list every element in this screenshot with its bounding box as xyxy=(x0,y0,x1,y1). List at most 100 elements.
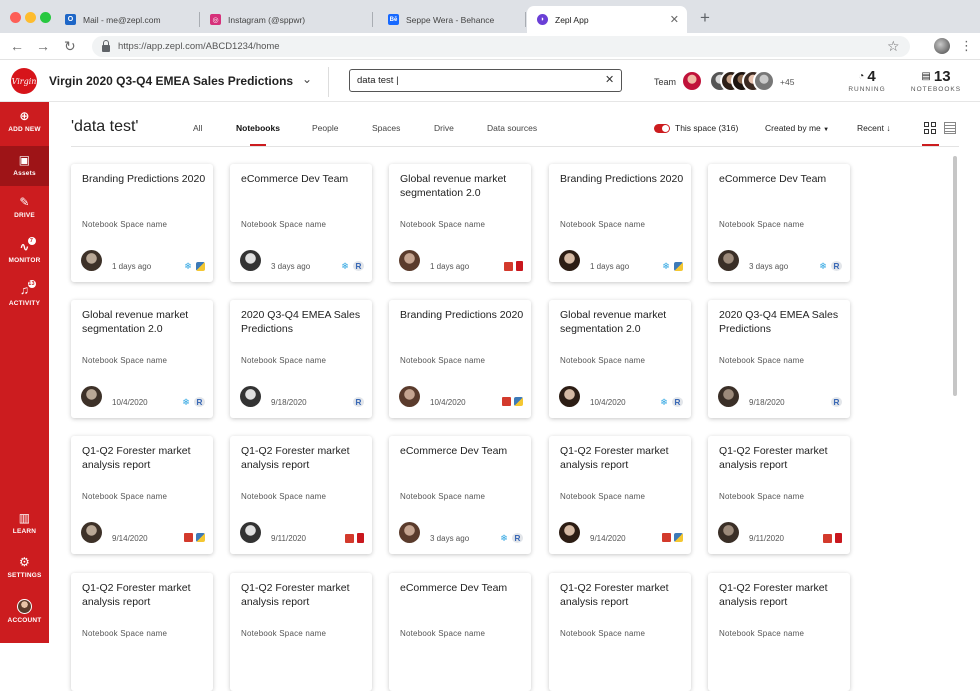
sidebar-item-monitor[interactable]: ∿ 7 MONITOR xyxy=(0,237,49,271)
created-by-dropdown[interactable]: Created by me ▼ xyxy=(765,123,829,133)
sidebar-item-add-new[interactable]: ⊕ ADD NEW xyxy=(0,108,49,144)
notebooks-stat[interactable]: ▤ 13 NOTEBOOKS xyxy=(908,68,964,93)
notebook-title: eCommerce Dev Team xyxy=(400,445,508,457)
owner-avatar[interactable] xyxy=(240,386,261,407)
notebook-card[interactable]: 2020 Q3-Q4 EMEA Sales Predictions Noteboo… xyxy=(708,300,850,418)
forward-arrow-icon[interactable]: → xyxy=(36,38,50,54)
team-member-avatar[interactable] xyxy=(681,70,703,92)
sidebar-item-drive[interactable]: ✎ DRIVE xyxy=(0,196,49,226)
tab-all[interactable]: All xyxy=(193,123,202,133)
snowflake-icon: ❄ xyxy=(182,397,190,407)
notebook-card[interactable]: Global revenue market segmentation 2.0 No… xyxy=(71,300,213,418)
databricks-icon xyxy=(504,261,513,271)
notebook-card[interactable]: Global revenue market segmentation 2.0 No… xyxy=(389,164,531,282)
sidebar-item-activity[interactable]: ♫ 13 ACTIVITY xyxy=(0,280,49,314)
sidebar-item-assets[interactable]: ▣ Assets xyxy=(0,146,49,186)
owner-avatar[interactable] xyxy=(399,522,420,543)
table-view-icon[interactable] xyxy=(944,122,956,134)
browser-menu-icon[interactable]: ⋮ xyxy=(960,38,973,53)
notebook-card[interactable]: eCommerce Dev Team Notebook Space name 3 d… xyxy=(708,164,850,282)
notebook-card[interactable]: Branding Predictions 2020 Notebook Space … xyxy=(71,164,213,282)
browser-tab-mail[interactable]: O Mail - me@zepl.com xyxy=(55,6,200,33)
team-more-count[interactable]: +45 xyxy=(780,77,794,87)
owner-avatar[interactable] xyxy=(81,386,102,407)
bell-icon: ♫ 13 xyxy=(19,280,36,297)
team-label: Team xyxy=(654,77,677,87)
notebook-date: 10/4/2020 xyxy=(112,398,148,407)
tab-spaces[interactable]: Spaces xyxy=(372,123,400,133)
browser-tab-behance[interactable]: Bē Seppe Wera - Behance xyxy=(378,6,526,33)
notebook-date: 3 days ago xyxy=(271,262,311,271)
sort-dropdown[interactable]: Recent ↓ xyxy=(857,123,891,133)
notebook-title: eCommerce Dev Team xyxy=(719,173,827,185)
notebook-date: 10/4/2020 xyxy=(590,398,626,407)
notebook-space-name: Notebook Space name xyxy=(400,492,486,501)
chevron-down-icon[interactable]: ⌄ xyxy=(302,72,312,86)
notebook-card[interactable]: Q1-Q2 Forester market analysis report Not… xyxy=(71,436,213,554)
sidebar-item-label: DRIVE xyxy=(14,212,35,219)
back-arrow-icon[interactable]: ← xyxy=(10,38,24,54)
notebook-card[interactable]: Branding Predictions 2020 Notebook Space … xyxy=(549,164,691,282)
owner-avatar[interactable] xyxy=(718,522,739,543)
owner-avatar[interactable] xyxy=(240,522,261,543)
browser-tab-instagram[interactable]: ◎ Instagram (@sppwr) xyxy=(200,6,373,33)
notebook-card[interactable]: eCommerce Dev Team Notebook Space name 3 d… xyxy=(389,436,531,554)
virgin-logo[interactable]: Virgin xyxy=(11,68,37,94)
browser-profile-avatar[interactable] xyxy=(934,38,950,54)
notebook-card[interactable]: Branding Predictions 2020 Notebook Space … xyxy=(389,300,531,418)
sidebar-item-account[interactable]: ACCOUNT xyxy=(0,599,49,629)
owner-avatar[interactable] xyxy=(81,522,102,543)
grid-view-icon[interactable] xyxy=(924,122,936,134)
new-tab-button[interactable]: + xyxy=(700,9,710,26)
account-avatar xyxy=(17,599,32,614)
close-tab-icon[interactable]: ✕ xyxy=(670,13,679,26)
notebook-card[interactable]: Global revenue market segmentation 2.0 No… xyxy=(549,300,691,418)
browser-tab-zepl[interactable]: ◗ Zepl App ✕ xyxy=(527,6,687,33)
tab-notebooks[interactable]: Notebooks xyxy=(236,123,280,133)
notebook-card[interactable]: Q1-Q2 Forester market analysis report Not… xyxy=(549,573,691,691)
python-icon xyxy=(514,397,523,406)
search-input[interactable]: data test | xyxy=(349,69,622,92)
divider xyxy=(71,146,959,147)
notebook-card[interactable]: 2020 Q3-Q4 EMEA Sales Predictions Noteboo… xyxy=(230,300,372,418)
notebook-card[interactable]: Q1-Q2 Forester market analysis report Not… xyxy=(708,573,850,691)
bookmark-star-icon[interactable]: ☆ xyxy=(887,38,900,55)
owner-avatar[interactable] xyxy=(718,386,739,407)
sidebar-item-label: SETTINGS xyxy=(7,572,42,579)
notebook-card[interactable]: Q1-Q2 Forester market analysis report Not… xyxy=(549,436,691,554)
sidebar-item-learn[interactable]: ▥ LEARN xyxy=(0,512,49,540)
owner-avatar[interactable] xyxy=(399,386,420,407)
close-window-button[interactable] xyxy=(10,12,21,23)
owner-avatar[interactable] xyxy=(559,386,580,407)
address-bar[interactable]: https://app.zepl.com/ABCD1234/home xyxy=(92,36,910,57)
tab-drive[interactable]: Drive xyxy=(434,123,454,133)
tab-data-sources[interactable]: Data sources xyxy=(487,123,537,133)
tab-label: Zepl App xyxy=(555,14,589,25)
owner-avatar[interactable] xyxy=(399,250,420,271)
reload-icon[interactable]: ↻ xyxy=(64,38,76,54)
notebook-card[interactable]: Q1-Q2 Forester market analysis report Not… xyxy=(230,436,372,554)
minimize-window-button[interactable] xyxy=(25,12,36,23)
maximize-window-button[interactable] xyxy=(40,12,51,23)
owner-avatar[interactable] xyxy=(559,522,580,543)
browser-tab-bar: O Mail - me@zepl.com ◎ Instagram (@sppwr… xyxy=(0,0,980,33)
clear-search-icon[interactable]: ✕ xyxy=(605,74,614,86)
this-space-toggle[interactable] xyxy=(654,124,670,133)
project-title[interactable]: Virgin 2020 Q3-Q4 EMEA Sales Predictions xyxy=(49,74,293,88)
owner-avatar[interactable] xyxy=(718,250,739,271)
notebook-card[interactable]: Q1-Q2 Forester market analysis report Not… xyxy=(71,573,213,691)
tab-people[interactable]: People xyxy=(312,123,338,133)
notebook-card[interactable]: eCommerce Dev Team Notebook Space name xyxy=(389,573,531,691)
notebook-card[interactable]: eCommerce Dev Team Notebook Space name 3 d… xyxy=(230,164,372,282)
scrollbar[interactable] xyxy=(953,156,957,396)
running-stat[interactable]: ◔ 4 RUNNING xyxy=(842,68,892,93)
sidebar-item-settings[interactable]: ⚙ SETTINGS xyxy=(0,556,49,584)
behance-favicon-icon: Bē xyxy=(388,14,399,25)
owner-avatar[interactable] xyxy=(240,250,261,271)
owner-avatar[interactable] xyxy=(559,250,580,271)
notebook-card[interactable]: Q1-Q2 Forester market analysis report Not… xyxy=(708,436,850,554)
notebook-date: 9/18/2020 xyxy=(749,398,785,407)
owner-avatar[interactable] xyxy=(81,250,102,271)
notebook-card[interactable]: Q1-Q2 Forester market analysis report Not… xyxy=(230,573,372,691)
team-member-avatar[interactable] xyxy=(753,70,775,92)
